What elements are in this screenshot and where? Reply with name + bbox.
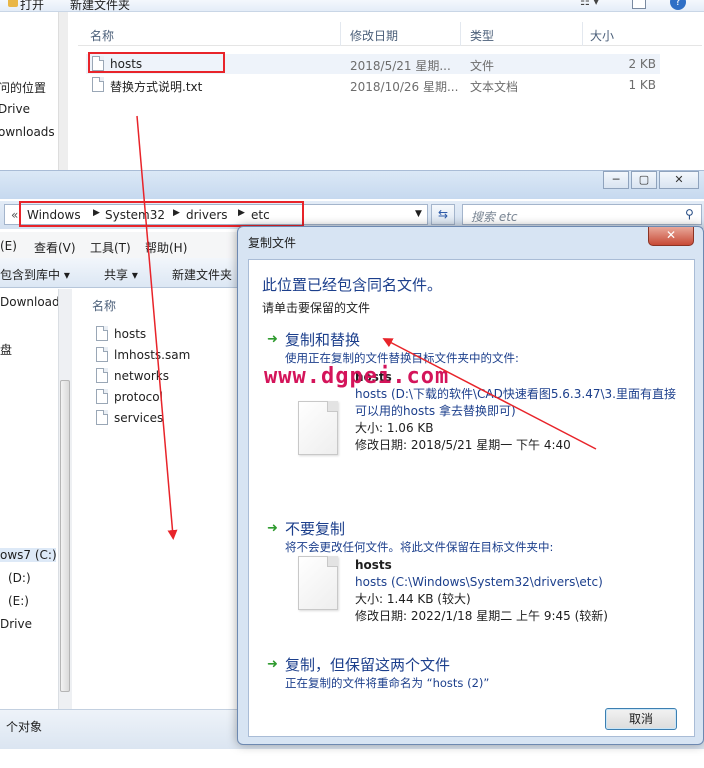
- point-arrow: [382, 338, 597, 450]
- annotation-arrows: [136, 115, 597, 540]
- down-arrow: [136, 115, 178, 540]
